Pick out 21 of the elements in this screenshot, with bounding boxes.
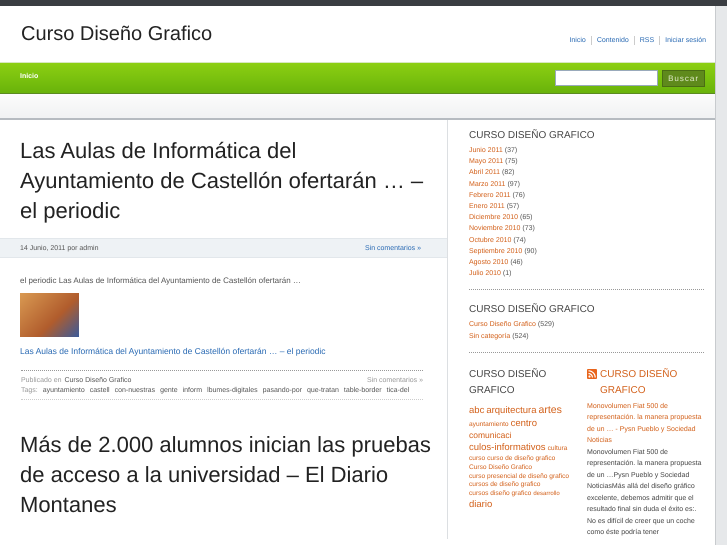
rss-icon[interactable] [587, 368, 597, 379]
tag-link[interactable]: artes [538, 402, 562, 418]
post-excerpt: el periodic Las Aulas de Informática del Ayuntamiento de Castellón ofertarán … [20, 276, 302, 285]
post-title[interactable]: Las Aulas de Informática del Ayuntamiento de Castellón ofertarán … – el periodic [0, 136, 447, 238]
widget-title: CURSO DISEÑO GRAFICO [469, 367, 548, 398]
tag-link[interactable]: centro [510, 418, 537, 430]
tag-link[interactable]: abc [469, 404, 484, 418]
scrollbar[interactable] [715, 6, 727, 545]
search-button[interactable]: Buscar [662, 70, 705, 86]
widget-title[interactable]: CURSO DISEÑO GRAFICO [600, 366, 704, 399]
photo-placeholder [20, 293, 79, 337]
tag-link[interactable]: comunicaci [469, 430, 512, 442]
search-field[interactable] [555, 70, 658, 86]
widget-title: CURSO DISEÑO GRAFICO [469, 130, 596, 141]
post-link[interactable]: Las Aulas de Informática del Ayuntamiento de Castellón ofertarán … – el periodic [20, 346, 427, 356]
widget-title: CURSO DISEÑO GRAFICO [469, 304, 596, 316]
tag-link[interactable]: diario [469, 499, 492, 512]
post-title[interactable]: Más de 2.000 alumnos inician las pruebas de acceso a la universidad – El Diario Montanes [0, 420, 447, 532]
tag-link[interactable]: culos-informativos [469, 442, 546, 455]
site-title[interactable]: Curso Diseño Grafico [21, 22, 212, 46]
tag-link[interactable]: arquitectura [486, 404, 536, 418]
